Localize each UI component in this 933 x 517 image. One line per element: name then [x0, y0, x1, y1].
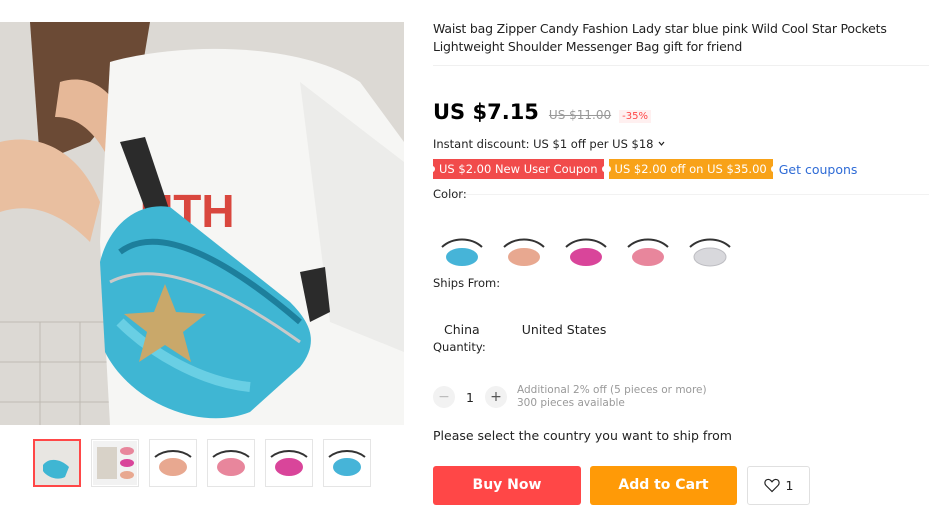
- wishlist-button[interactable]: 1: [747, 466, 810, 505]
- ships-from-label: Ships From:: [433, 276, 501, 290]
- ships-from-china[interactable]: China: [433, 318, 491, 341]
- quantity-stepper: − 1 + Additional 2% off (5 pieces or mor…: [433, 384, 707, 410]
- thumbnail-image: [35, 441, 79, 485]
- product-photo-illustration: UTH: [0, 22, 404, 425]
- thumbnail-image: [328, 450, 366, 476]
- ships-from-options: China United States: [433, 318, 637, 341]
- quantity-label: Quantity:: [433, 340, 486, 354]
- current-price: US $7.15: [433, 100, 539, 124]
- thumbnail-image: [93, 441, 137, 485]
- thumbnail-2[interactable]: [91, 439, 139, 487]
- color-swatch-image: [503, 238, 545, 266]
- color-label: Color:: [433, 187, 467, 201]
- instant-discount[interactable]: Instant discount: US $1 off per US $18: [433, 137, 666, 151]
- thumbnail-3[interactable]: [149, 439, 197, 487]
- buy-now-button[interactable]: Buy Now: [433, 466, 581, 505]
- coupon-row: US $2.00 New User Coupon US $2.00 off on…: [430, 159, 858, 179]
- thumbnail-4[interactable]: [207, 439, 255, 487]
- section-divider: [433, 194, 929, 195]
- product-title: Waist bag Zipper Candy Fashion Lady star…: [433, 21, 887, 54]
- thumbnail-6[interactable]: [323, 439, 371, 487]
- quantity-increase-button[interactable]: +: [485, 386, 507, 408]
- color-swatch-image: [627, 238, 669, 266]
- action-buttons: Buy Now Add to Cart 1: [433, 466, 810, 505]
- thumbnail-image: [212, 450, 250, 476]
- ships-from-united-states[interactable]: United States: [511, 318, 618, 341]
- color-option-silver[interactable]: [685, 232, 735, 274]
- color-options: [437, 232, 735, 274]
- thumbnail-1[interactable]: [33, 439, 81, 487]
- wishlist-count: 1: [785, 478, 794, 493]
- quantity-value[interactable]: 1: [455, 390, 485, 405]
- product-info-panel: Waist bag Zipper Candy Fashion Lady star…: [430, 20, 929, 505]
- discount-badge: -35%: [619, 110, 651, 123]
- title-divider: [433, 65, 929, 66]
- instant-discount-text: Instant discount: US $1 off per US $18: [433, 137, 654, 151]
- get-coupons-link[interactable]: Get coupons: [779, 162, 858, 177]
- color-option-peach[interactable]: [499, 232, 549, 274]
- add-to-cart-button[interactable]: Add to Cart: [590, 466, 737, 505]
- thumbnail-5[interactable]: [265, 439, 313, 487]
- chevron-down-icon: [658, 141, 665, 146]
- bulk-discount-note: Additional 2% off (5 pieces or more): [517, 384, 707, 396]
- color-swatch-image: [565, 238, 607, 266]
- new-user-coupon[interactable]: US $2.00 New User Coupon: [430, 159, 607, 179]
- stock-available-note: 300 pieces available: [517, 397, 625, 409]
- heart-icon: [763, 478, 780, 493]
- store-coupon[interactable]: US $2.00 off on US $35.00: [605, 159, 776, 179]
- thumbnail-image: [154, 450, 192, 476]
- thumbnail-strip: [33, 439, 371, 487]
- quantity-note: Additional 2% off (5 pieces or more) 300…: [517, 384, 707, 410]
- price-row: US $7.15 US $11.00 -35%: [433, 100, 651, 124]
- color-option-magenta[interactable]: [561, 232, 611, 274]
- original-price: US $11.00: [548, 108, 612, 122]
- color-option-blue[interactable]: [437, 232, 487, 274]
- quantity-decrease-button[interactable]: −: [433, 386, 455, 408]
- color-swatch-image: [441, 238, 483, 266]
- main-product-image[interactable]: UTH: [0, 22, 404, 425]
- color-option-pink[interactable]: [623, 232, 673, 274]
- thumbnail-image: [270, 450, 308, 476]
- ship-country-message: Please select the country you want to sh…: [433, 428, 732, 443]
- color-swatch-image: [689, 238, 731, 267]
